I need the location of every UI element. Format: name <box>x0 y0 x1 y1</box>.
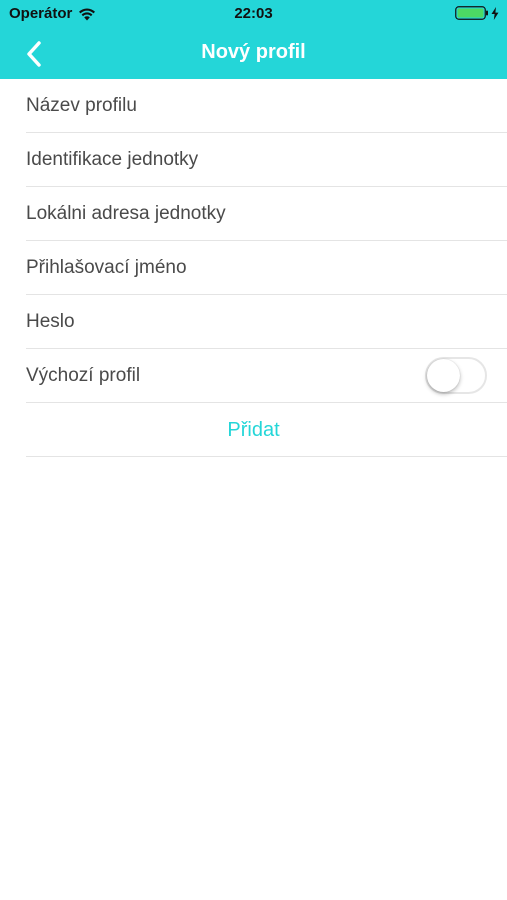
profile-name-row <box>26 79 507 133</box>
charging-bolt-icon <box>491 6 499 20</box>
password-input[interactable] <box>26 301 466 342</box>
battery-icon <box>455 6 488 20</box>
username-input[interactable] <box>26 247 466 288</box>
default-profile-row: Výchozí profil <box>26 349 507 403</box>
add-row: Přidat <box>26 403 507 457</box>
profile-name-input[interactable] <box>26 85 466 126</box>
status-time: 22:03 <box>234 5 273 22</box>
navigation-bar: Nový profil <box>0 28 507 79</box>
add-button[interactable]: Přidat <box>0 403 507 457</box>
unit-id-input[interactable] <box>26 139 466 180</box>
battery <box>455 6 499 20</box>
page-title: Nový profil <box>201 41 306 63</box>
local-address-row <box>26 187 507 241</box>
toggle-knob <box>427 359 460 392</box>
default-profile-toggle[interactable] <box>425 357 487 394</box>
local-address-input[interactable] <box>26 193 466 234</box>
default-profile-label: Výchozí profil <box>26 364 141 386</box>
profile-form: Výchozí profil Přidat <box>0 79 507 457</box>
unit-id-row <box>26 133 507 187</box>
password-row <box>26 295 507 349</box>
username-row <box>26 241 507 295</box>
status-bar: Operátor 22:03 <box>0 0 507 28</box>
